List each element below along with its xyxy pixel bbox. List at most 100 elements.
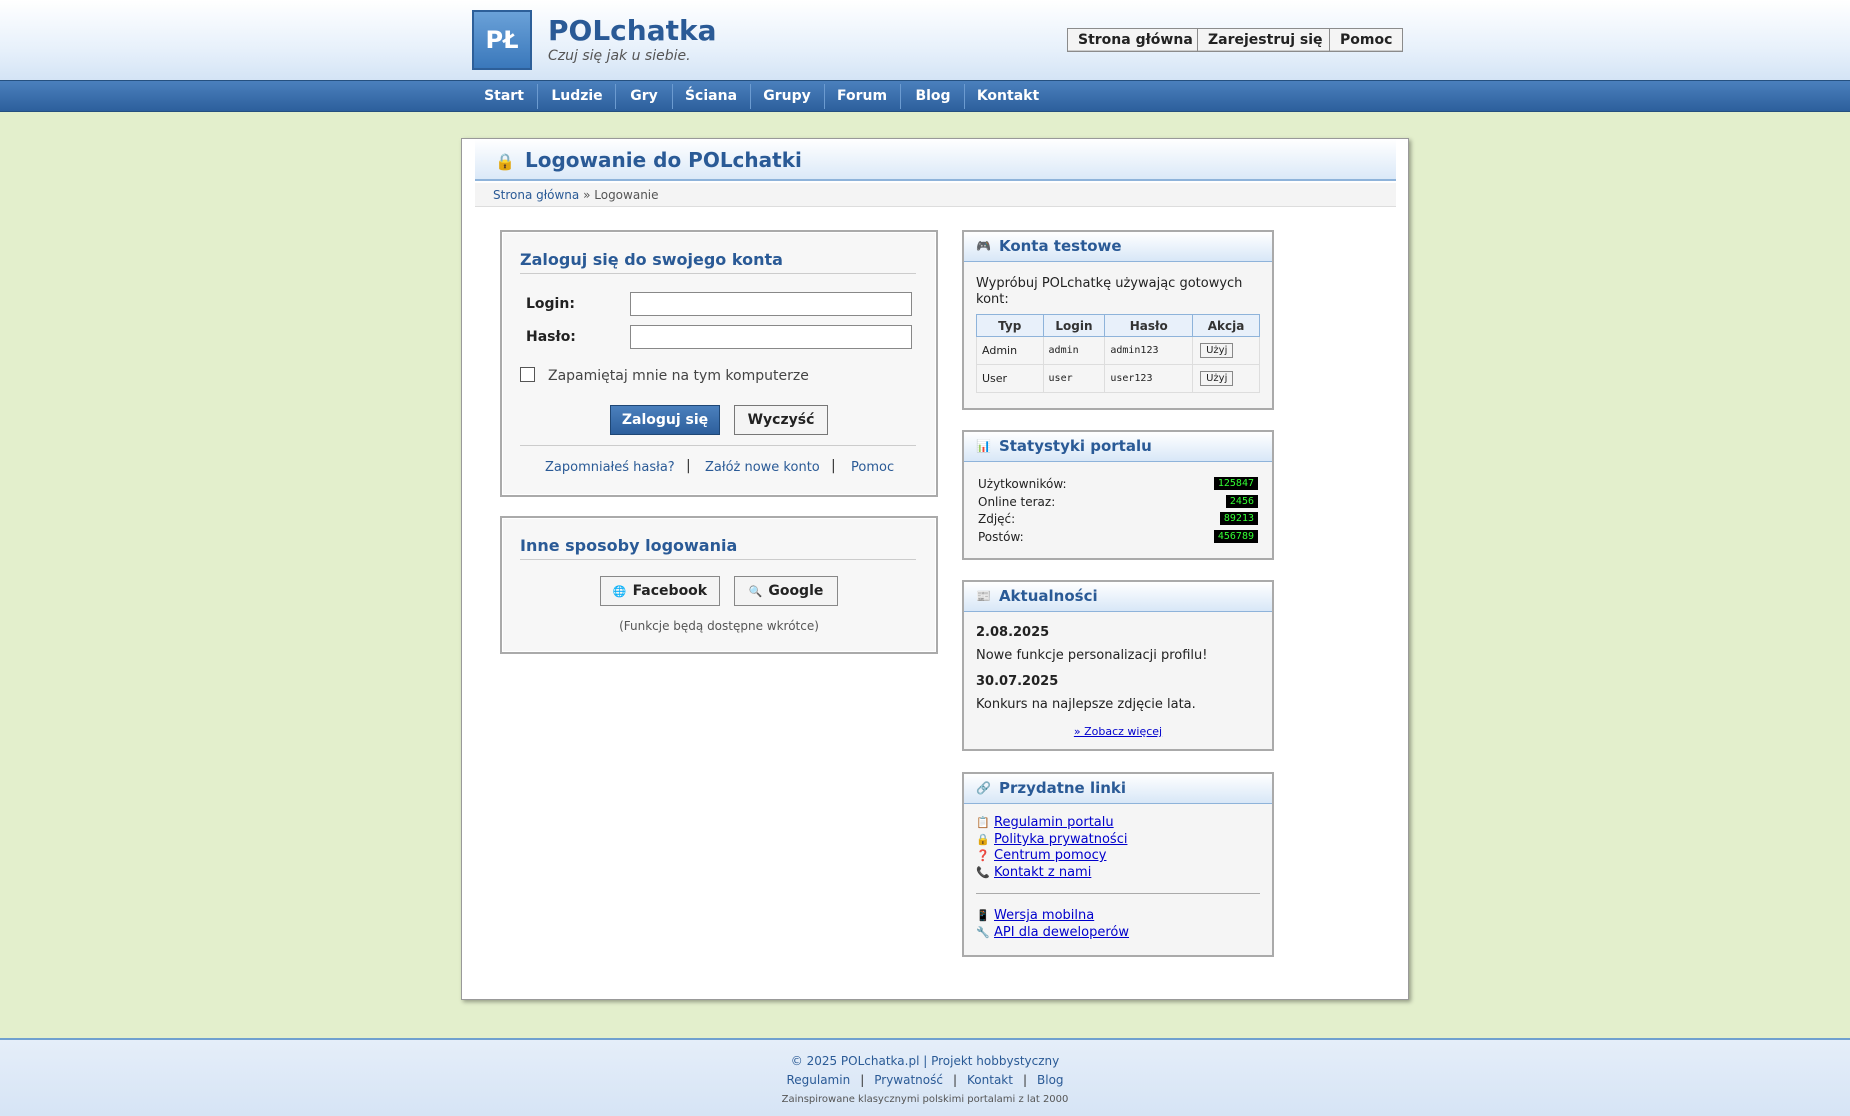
stats-header: 📊 Statystyki portalu <box>964 432 1272 462</box>
account-password: admin123 <box>1104 336 1194 365</box>
gamepad-icon: 🎮 <box>976 239 991 253</box>
divider <box>520 445 916 446</box>
footer-link-terms[interactable]: Regulamin <box>786 1073 850 1087</box>
test-accounts-table: Typ Login Hasło Akcja Admin admin admin1… <box>976 314 1260 393</box>
privacy-link[interactable]: 🔒 Polityka prywatności <box>976 832 1127 847</box>
footer-separator: | <box>860 1073 865 1087</box>
nav-sciana[interactable]: Ściana <box>680 81 742 111</box>
news-date: 2.08.2025 <box>976 625 1050 640</box>
brand-slogan: Czuj się jak u siebie. <box>548 48 691 64</box>
page-title: Logowanie do POLchatki <box>525 148 802 172</box>
wrench-icon: 🔧 <box>976 926 990 939</box>
column-header: Akcja <box>1192 314 1260 337</box>
contact-link[interactable]: 📞 Kontakt z nami <box>976 865 1091 880</box>
terms-link[interactable]: 📋 Regulamin portalu <box>976 815 1114 830</box>
password-input[interactable] <box>630 325 912 349</box>
news-text: Konkurs na najlepsze zdjęcie lata. <box>976 697 1196 712</box>
breadcrumb: Strona główna » Logowanie <box>475 183 1396 207</box>
breadcrumb-separator: » <box>583 188 591 202</box>
link-label: Centrum pomocy <box>994 848 1107 863</box>
other-login-panel: Inne sposoby logowania 🌐 Facebook 🔍 Goog… <box>500 516 938 654</box>
stat-value: 456789 <box>1213 530 1258 543</box>
google-label: Google <box>768 583 824 599</box>
api-link[interactable]: 🔧 API dla deweloperów <box>976 925 1129 940</box>
nav-ludzie[interactable]: Ludzie <box>546 81 608 111</box>
facebook-login-button[interactable]: 🌐 Facebook <box>600 576 720 606</box>
lock-icon: 🔒 <box>976 833 990 846</box>
account-login: admin <box>1042 336 1106 365</box>
footer-note: Zainspirowane klasycznymi polskimi porta… <box>781 1094 1069 1105</box>
link-separator: | <box>831 458 836 474</box>
test-accounts-intro: Wypróbuj POLchatkę używając gotowych kon… <box>976 276 1243 307</box>
news-more-link[interactable]: » Zobacz więcej <box>964 725 1272 738</box>
bar-chart-icon: 📊 <box>976 439 991 453</box>
page-title-bar: 🔒 Logowanie do POLchatki <box>475 139 1396 181</box>
nav-forum[interactable]: Forum <box>832 81 892 111</box>
stats-heading: Statystyki portalu <box>998 437 1152 455</box>
mobile-phone-icon: 📱 <box>976 909 990 922</box>
create-account-link[interactable]: Załóż nowe konto <box>705 460 820 475</box>
forgot-password-link[interactable]: Zapomniałeś hasła? <box>545 460 675 475</box>
nav-separator <box>964 84 965 109</box>
account-action-cell: Użyj <box>1192 364 1260 393</box>
footer-link-privacy[interactable]: Prywatność <box>874 1073 943 1087</box>
link-label: Regulamin portalu <box>994 815 1114 830</box>
news-date: 30.07.2025 <box>976 674 1059 689</box>
nav-separator <box>615 84 616 109</box>
link-icon: 🔗 <box>976 781 991 795</box>
footer-separator: | <box>1022 1073 1027 1087</box>
login-submit-button[interactable]: Zaloguj się <box>610 405 720 435</box>
magnifier-icon: 🔍 <box>748 584 763 598</box>
breadcrumb-home-link[interactable]: Strona główna <box>493 188 579 202</box>
account-type: Admin <box>976 336 1044 365</box>
globe-icon: 🌐 <box>612 584 627 598</box>
nav-grupy[interactable]: Grupy <box>758 81 816 111</box>
help-link[interactable]: Pomoc <box>851 460 894 475</box>
remember-me-checkbox[interactable] <box>520 367 535 382</box>
help-button[interactable]: Pomoc <box>1329 28 1404 52</box>
other-login-note: (Funkcje będą dostępne wkrótce) <box>619 619 819 633</box>
account-password: user123 <box>1104 364 1194 393</box>
nav-kontakt[interactable]: Kontakt <box>972 81 1044 111</box>
table-row: Admin admin admin123 Użyj <box>976 336 1260 365</box>
column-header: Login <box>1042 314 1106 337</box>
register-button[interactable]: Zarejestruj się <box>1197 28 1334 52</box>
link-label: API dla deweloperów <box>994 925 1130 940</box>
use-user-button[interactable]: Użyj <box>1200 371 1234 386</box>
nav-start[interactable]: Start <box>478 81 530 111</box>
test-accounts-heading: Konta testowe <box>998 237 1122 255</box>
use-admin-button[interactable]: Użyj <box>1200 343 1234 358</box>
stat-label: Postów: <box>978 530 1024 544</box>
nav-separator <box>750 84 751 109</box>
stat-label: Online teraz: <box>978 495 1056 509</box>
footer-links: Regulamin | Prywatność | Kontakt | Blog <box>0 1073 1850 1087</box>
login-input[interactable] <box>630 292 912 316</box>
main-content: 🔒 Logowanie do POLchatki Strona główna »… <box>461 138 1409 1000</box>
mobile-version-link[interactable]: 📱 Wersja mobilna <box>976 908 1094 923</box>
google-login-button[interactable]: 🔍 Google <box>734 576 838 606</box>
link-label: Polityka prywatności <box>994 832 1128 847</box>
home-button[interactable]: Strona główna <box>1067 28 1204 52</box>
column-header: Typ <box>976 314 1044 337</box>
stat-value: 89213 <box>1219 512 1258 525</box>
other-login-heading: Inne sposoby logowania <box>520 536 916 560</box>
link-separator: | <box>686 458 691 474</box>
stat-value: 125847 <box>1213 477 1258 490</box>
footer-link-contact[interactable]: Kontakt <box>967 1073 1013 1087</box>
footer-link-blog[interactable]: Blog <box>1037 1073 1064 1087</box>
password-label: Hasło: <box>526 329 576 345</box>
site-logo[interactable]: PŁ <box>472 10 532 70</box>
clear-button[interactable]: Wyczyść <box>734 405 828 435</box>
lock-icon: 🔒 <box>495 152 515 171</box>
nav-gry[interactable]: Gry <box>623 81 665 111</box>
brand-name[interactable]: POLchatka <box>548 14 717 47</box>
link-label: Wersja mobilna <box>994 908 1095 923</box>
footer-copyright: © 2025 POLchatka.pl | Projekt hobbystycz… <box>790 1054 1060 1068</box>
login-label: Login: <box>526 296 575 312</box>
footer-separator: | <box>952 1073 958 1087</box>
site-footer: © 2025 POLchatka.pl | Projekt hobbystycz… <box>0 1038 1850 1116</box>
nav-blog[interactable]: Blog <box>908 81 958 111</box>
test-accounts-header: 🎮 Konta testowe <box>964 232 1272 262</box>
help-center-link[interactable]: ❓ Centrum pomocy <box>976 848 1106 863</box>
remember-me-label[interactable]: Zapamiętaj mnie na tym komputerze <box>548 368 809 384</box>
